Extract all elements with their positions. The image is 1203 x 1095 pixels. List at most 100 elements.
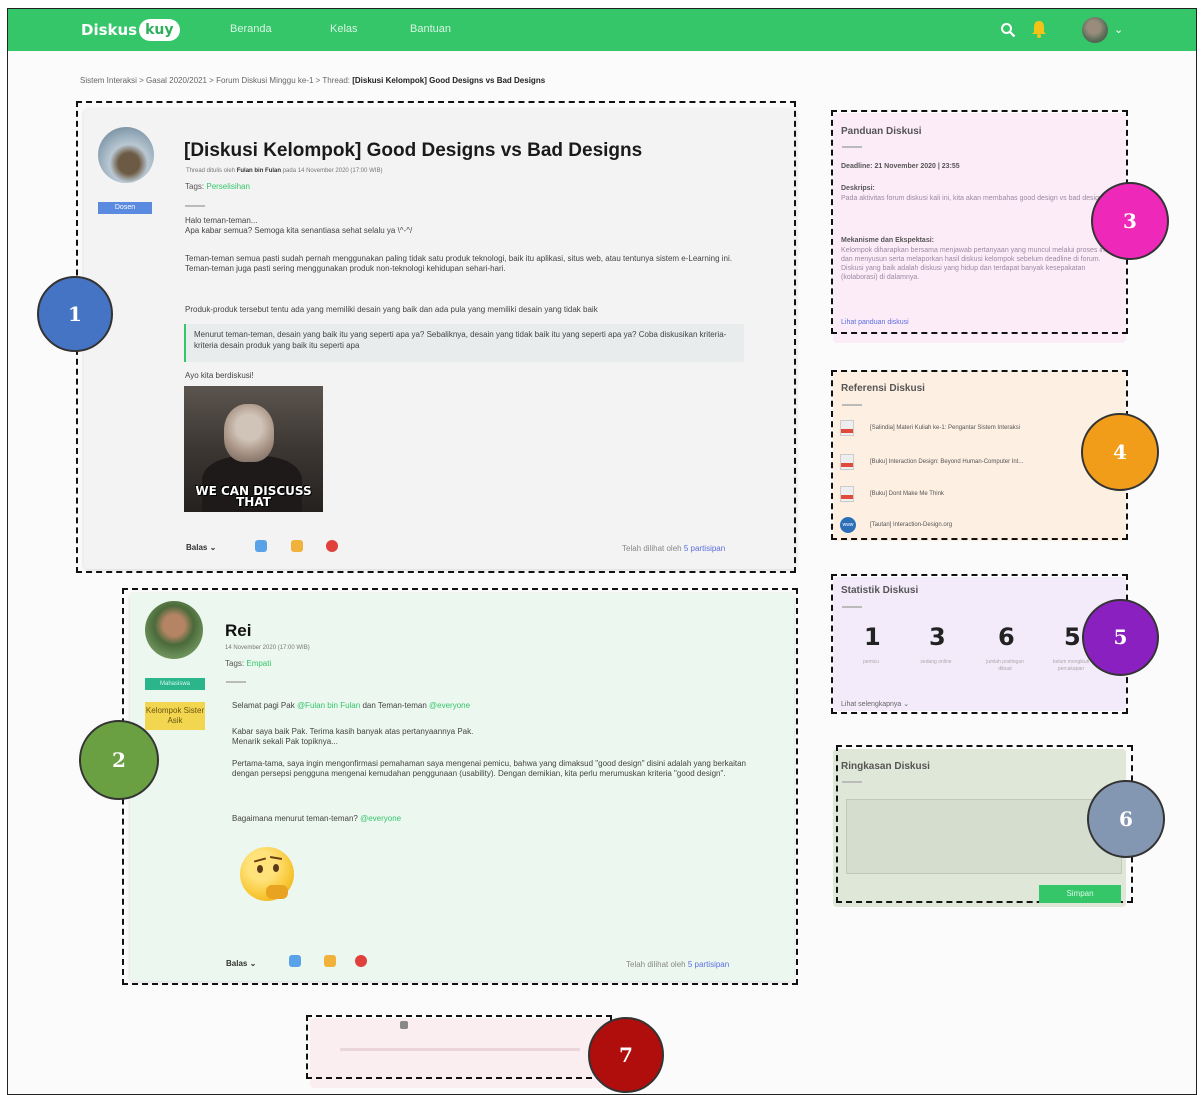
avatar [145,601,203,659]
breadcrumb-current: [Diskusi Kelompok] Good Designs vs Bad D… [352,76,546,85]
group-badge: Kelompok Sister Asik [145,702,205,730]
mention-link[interactable]: @Fulan bin Fulan [297,701,360,710]
divider [842,146,862,148]
emoji-brow [253,857,267,863]
panel-title: Referensi Diskusi [841,383,925,394]
reference-item[interactable]: www [Tautan] Interaction-Design.org [840,517,952,533]
pdf-icon [840,420,854,436]
reply-button[interactable]: Balas ⌄ [186,543,216,552]
clap-icon[interactable] [291,540,303,552]
annotation-box-3 [831,110,1128,334]
tag-link[interactable]: Empati [246,659,271,668]
guide-link[interactable]: Lihat panduan diskusi [841,318,909,327]
stats-more-link[interactable]: Lihat selengkapnya ⌄ [841,700,909,709]
seen-prefix: Telah dilihat oleh [622,544,682,553]
seen-prefix: Telah dilihat oleh [626,960,686,969]
annotation-marker-6: 6 [1087,780,1165,858]
annotation-box-2 [122,588,798,985]
annotation-marker-2: 2 [79,720,159,800]
body-line: Halo teman-teman... [185,216,258,225]
role-badge: Mahasiswa [145,678,205,690]
panel-title: Panduan Diskusi [841,126,922,137]
meta-author[interactable]: Fulan bin Fulan [237,168,281,174]
guide-mech-label: Mekanisme dan Ekspektasi: [841,237,934,244]
clap-icon[interactable] [324,955,336,967]
save-button[interactable]: Simpan [1039,885,1121,903]
mention-link[interactable]: @everyone [360,814,401,823]
chevron-down-icon[interactable]: ⌄ [1114,23,1123,36]
reply-tags: Tags: Empati [225,659,271,668]
meta-suffix: pada 14 November 2020 (17:00 WIB) [282,168,383,174]
chevron-down-icon: ⌄ [209,543,217,552]
nav-link-bantuan[interactable]: Bantuan [410,23,451,35]
seen-link[interactable]: 5 partisipan [688,960,729,969]
reference-label: [Tautan] Interaction-Design.org [870,522,953,528]
emoji-eye [257,865,263,873]
reply-author: Rei [225,621,252,640]
bell-icon[interactable] [1031,20,1047,38]
stat-value: 1 [864,623,881,651]
logo[interactable]: Diskus kuy [81,19,180,41]
gif-head [224,404,274,462]
body-line: Menarik sekali Pak topiknya... [232,737,338,746]
reference-item[interactable]: [Salindia] Materi Kuliah ke-1: Pengantar… [840,420,1020,436]
stat-label: belum mengikuti percakapan [1052,659,1090,672]
nav-link-beranda[interactable]: Beranda [230,23,272,35]
greeting-middle: dan Teman-teman [362,701,427,710]
reference-label: [Buku] Interaction Design: Beyond Human-… [870,459,1024,465]
summary-textarea[interactable] [846,799,1122,874]
annotation-marker-5: 5 [1082,599,1159,676]
stat-value: 3 [929,623,946,651]
question-text: Bagaimana menurut teman-teman? [232,814,358,823]
divider [185,205,205,207]
pdf-icon [840,454,854,470]
search-icon[interactable] [1000,22,1016,38]
thread-quote: Menurut teman-teman, desain yang baik it… [184,324,744,362]
stat-label: jumlah postingan dibuat [986,659,1024,672]
avatar[interactable] [1082,17,1108,43]
annotation-marker-1: 1 [37,276,113,352]
reference-item[interactable]: [Buku] Interaction Design: Beyond Human-… [840,454,1023,470]
guide-deadline: Deadline: 21 November 2020 | 23:55 [841,163,960,170]
gif-caption: WE CAN DISCUSS THAT [195,484,312,509]
thread-paragraph: Teman-teman semua pasti sudah pernah men… [185,254,732,273]
divider [842,781,862,783]
heart-icon[interactable] [326,540,338,552]
app-frame: Diskus kuy Beranda Kelas Bantuan ⌄ Siste… [7,8,1197,1095]
guide-mech: Kelompok diharapkan bersama menjawab per… [841,247,1120,281]
chevron-down-icon: ⌄ [249,959,257,968]
panel-title: Statistik Diskusi [841,585,919,596]
greeting-prefix: Selamat pagi Pak [232,701,295,710]
tags-label: Tags: [225,659,245,668]
guide-desc-label: Deskripsi: [841,185,875,192]
heart-icon[interactable] [355,955,367,967]
thread-tags: Tags: Perselisihan [185,182,250,191]
meta-prefix: Thread ditulis oleh [186,168,236,174]
pdf-icon [840,486,854,502]
thread-title: [Diskusi Kelompok] Good Designs vs Bad D… [184,140,643,161]
body-line: Apa kabar semua? Semoga kita senantiasa … [185,226,413,235]
seen-link[interactable]: 5 partisipan [684,544,725,553]
breadcrumb-path[interactable]: Sistem Interaksi > Gasal 2020/2021 > For… [80,76,350,85]
emoji-brow [269,855,283,861]
nav-link-kelas[interactable]: Kelas [330,23,358,35]
panel-title: Ringkasan Diskusi [841,761,930,772]
reply-greeting: Selamat pagi Pak @Fulan bin Fulan dan Te… [232,701,772,711]
divider [842,404,862,406]
avatar [98,127,154,183]
reference-label: [Buku] Dont Make Me Think [870,491,944,497]
like-icon[interactable] [255,540,267,552]
annotation-box-7 [306,1015,612,1079]
like-icon[interactable] [289,955,301,967]
mention-link[interactable]: @everyone [429,701,470,710]
emoji-hand [266,885,288,899]
annotation-marker-7: 7 [588,1017,664,1093]
reply-button[interactable]: Balas ⌄ [226,959,256,968]
stat-label: pemicu [862,659,880,665]
thread-meta: Thread ditulis oleh Fulan bin Fulan pada… [186,168,382,174]
tag-link[interactable]: Perselisihan [206,182,250,191]
reference-item[interactable]: [Buku] Dont Make Me Think [840,486,944,502]
reply-question: Bagaimana menurut teman-teman? @everyone [232,814,772,824]
divider [226,681,246,683]
stat-label: sedang online [920,659,952,665]
